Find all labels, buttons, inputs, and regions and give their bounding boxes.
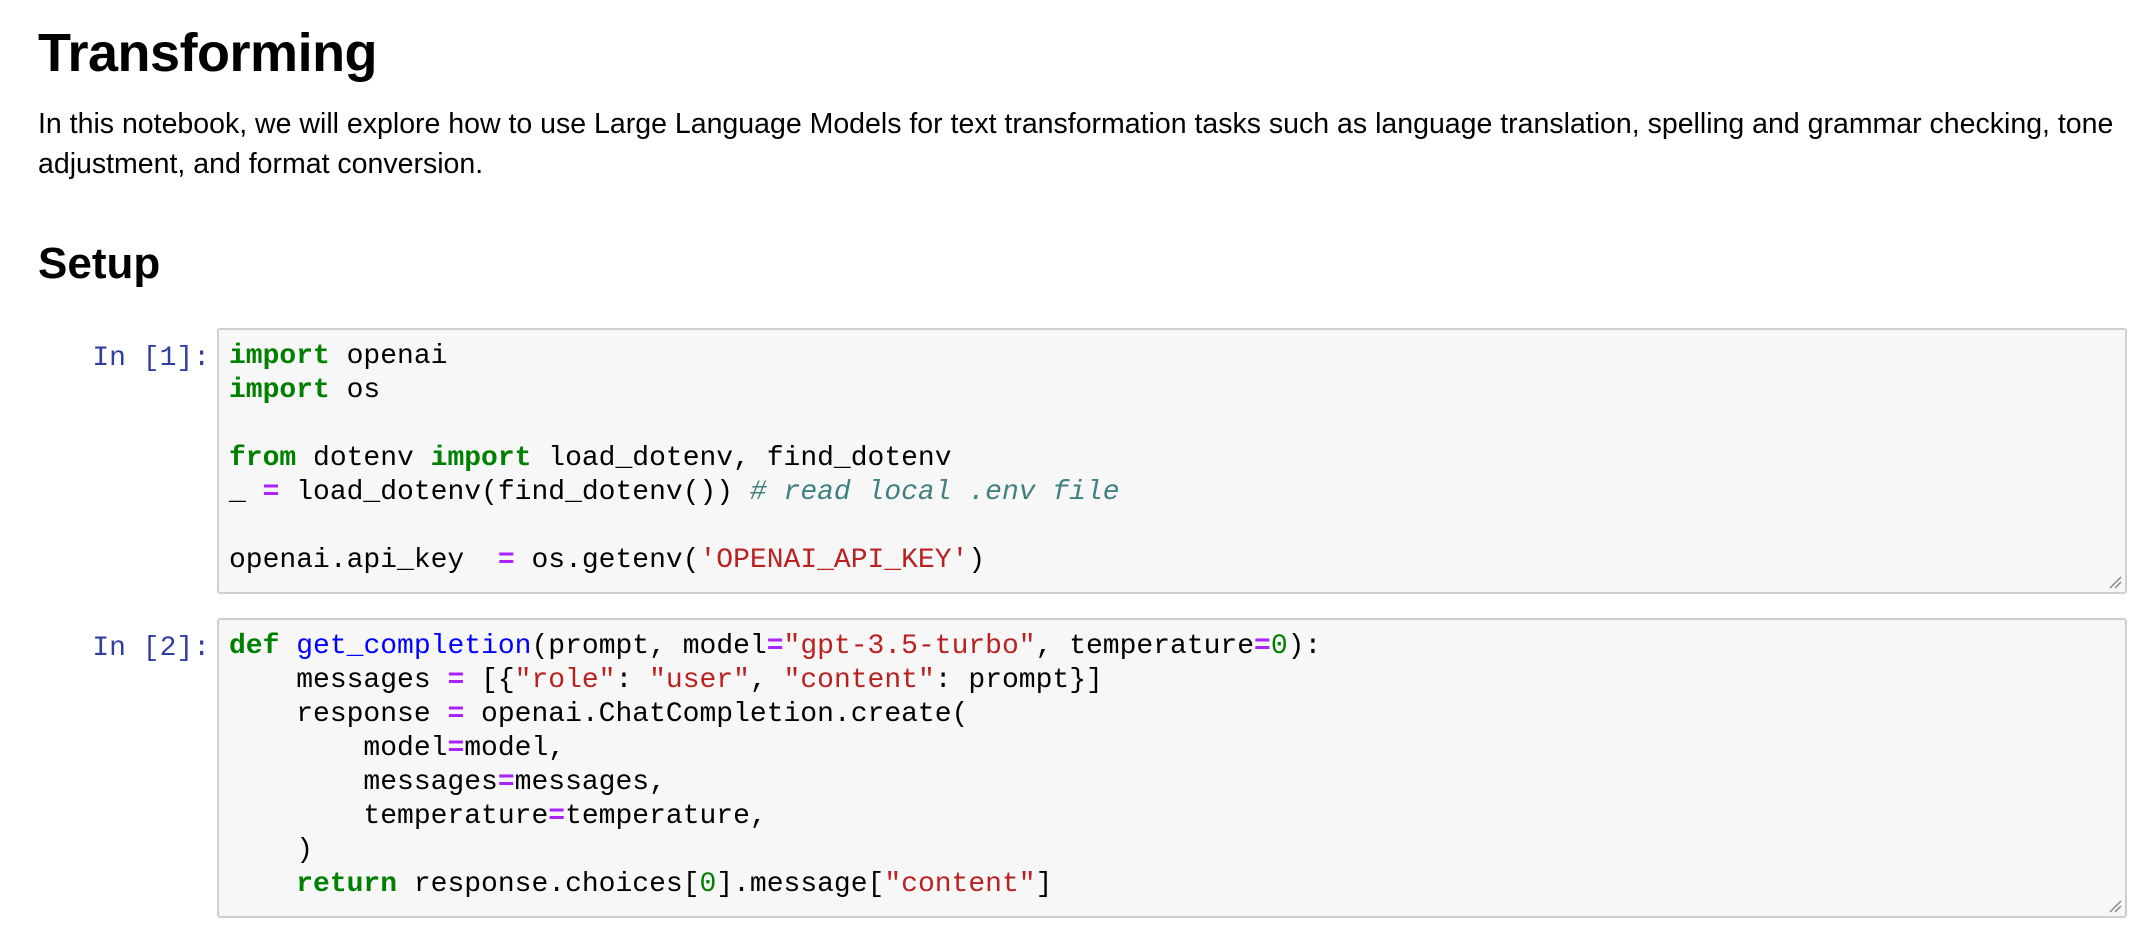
code-token: openai.ChatCompletion.create( [464, 699, 969, 730]
code-token: messages, [514, 767, 666, 798]
operator-token: = [447, 699, 465, 730]
code-token: model [229, 733, 448, 764]
string-token: "gpt-3.5-turbo" [783, 631, 1036, 662]
operator-token: = [447, 733, 465, 764]
code-line: import os [229, 375, 380, 406]
code-line: temperature=temperature, [229, 801, 767, 832]
code-line: return response.choices[0].message["cont… [229, 869, 1052, 900]
code-token: load_dotenv(find_dotenv()) [279, 477, 750, 508]
code-token: messages [229, 665, 448, 696]
operator-token: = [548, 801, 566, 832]
number-token: 0 [1270, 631, 1288, 662]
code-token: openai.api_key [229, 545, 498, 576]
keyword-token: import [229, 341, 330, 372]
notebook: Transforming In this notebook, we will e… [0, 0, 2156, 932]
code-token: temperature, [565, 801, 767, 832]
code-token: model, [464, 733, 566, 764]
operator-token: = [497, 767, 515, 798]
code-token: ) [968, 545, 986, 576]
input-prompt: In [1]: [92, 343, 210, 374]
string-token: "user" [649, 665, 750, 696]
resize-grip-icon[interactable] [2106, 573, 2122, 589]
intro-paragraph: In this notebook, we will explore how to… [38, 108, 2114, 180]
code-line: openai.api_key = os.getenv('OPENAI_API_K… [229, 545, 985, 576]
code-token: : [615, 665, 650, 696]
notebook-title: Transforming [38, 23, 378, 83]
code-token: _ [229, 477, 263, 508]
keyword-token: return [296, 869, 398, 900]
code-token: ): [1287, 631, 1322, 662]
code-token: os [329, 375, 381, 406]
string-token: "role" [514, 665, 616, 696]
code-token: , temperature [1035, 631, 1255, 662]
keyword-token: import [430, 443, 532, 474]
setup-heading: Setup [38, 239, 161, 288]
code-editor[interactable]: import openai import os from dotenv impo… [217, 328, 2127, 594]
resize-grip-icon[interactable] [2106, 897, 2122, 913]
input-prompt: In [2]: [92, 633, 210, 664]
code-line: response = openai.ChatCompletion.create( [229, 699, 968, 730]
code-line: _ = load_dotenv(find_dotenv()) # read lo… [229, 477, 1120, 508]
string-token: "content" [783, 665, 935, 696]
code-token: ] [1035, 869, 1053, 900]
code-line: messages = [{"role": "user", "content": … [229, 665, 1103, 696]
code-line: model=model, [229, 733, 565, 764]
code-token: response.choices[ [397, 869, 700, 900]
code-token: openai [329, 341, 448, 372]
code-token: (prompt, model [531, 631, 767, 662]
code-line: messages=messages, [229, 767, 666, 798]
number-token: 0 [699, 869, 717, 900]
code-editor[interactable]: def get_completion(prompt, model="gpt-3.… [217, 618, 2127, 918]
operator-token: = [497, 545, 515, 576]
operator-token: = [766, 631, 784, 662]
code-text[interactable]: import openai import os from dotenv impo… [219, 330, 2125, 578]
code-token: response [229, 699, 448, 730]
code-token: : prompt}] [934, 665, 1103, 696]
keyword-token: from [229, 443, 297, 474]
code-line: def get_completion(prompt, model="gpt-3.… [229, 631, 1321, 662]
operator-token: = [1254, 631, 1271, 662]
code-line: from dotenv import load_dotenv, find_dot… [229, 443, 952, 474]
code-token: temperature [229, 801, 549, 832]
string-token: 'OPENAI_API_KEY' [699, 545, 969, 576]
code-line: import openai [229, 341, 447, 372]
code-token: dotenv [296, 443, 431, 474]
code-token: ) [229, 835, 314, 866]
code-token: messages [229, 767, 498, 798]
code-token: , [749, 665, 784, 696]
code-text[interactable]: def get_completion(prompt, model="gpt-3.… [219, 620, 2125, 902]
code-token: os.getenv( [514, 545, 700, 576]
string-token: "content" [884, 869, 1036, 900]
keyword-token: def [229, 631, 280, 662]
code-token: ].message[ [716, 869, 885, 900]
code-token: [{ [464, 665, 515, 696]
operator-token: = [262, 477, 280, 508]
function-name-token: get_completion [296, 631, 532, 662]
code-token: load_dotenv, find_dotenv [531, 443, 952, 474]
keyword-token: import [229, 375, 330, 406]
operator-token: = [447, 665, 465, 696]
comment-token: # read local .env file [749, 477, 1120, 508]
code-line: ) [229, 835, 313, 866]
